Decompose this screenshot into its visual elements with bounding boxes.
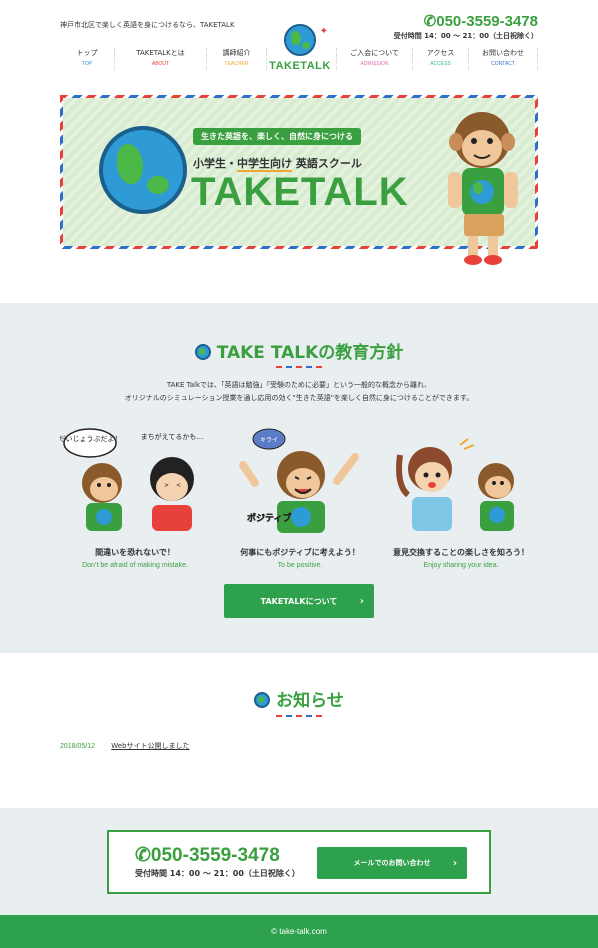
nav-sub-label: TEACHER bbox=[224, 61, 249, 67]
hero-sub-pre: 小学生・ bbox=[193, 157, 237, 170]
nav-label: お問い合わせ bbox=[482, 49, 524, 57]
news-title: お知らせ bbox=[0, 686, 598, 711]
mail-inquiry-button[interactable]: メールでのお問い合わせ › bbox=[317, 847, 467, 879]
nav-label: TAKETALKとは bbox=[136, 49, 185, 57]
phone-icon: ✆ bbox=[423, 13, 437, 30]
about-taketalk-button[interactable]: TAKETALKについて › bbox=[224, 584, 374, 618]
hero-title: TAKETALK bbox=[191, 170, 409, 214]
header-phone[interactable]: ✆050-3559-3478 受付時間 14：00 〜 21：00（土日祝除く） bbox=[394, 12, 538, 41]
nav-sub-label: ABOUT bbox=[151, 61, 170, 67]
positive-illustration: キライ ポジティブ bbox=[239, 428, 359, 533]
about-button-label: TAKETALKについて bbox=[260, 596, 338, 606]
nav-sub-label: TOP bbox=[81, 61, 93, 67]
svg-text:<: < bbox=[176, 482, 181, 489]
feature-card: 意見交換することの楽しさを知ろう！ Enjoy sharing your ide… bbox=[381, 425, 541, 569]
feature-title: 間違いを恐れないで！ bbox=[95, 548, 175, 557]
contact-hours: 受付時間 14：00 〜 21：00（土日祝除く） bbox=[135, 869, 300, 878]
mistake-illustration: だいじょうぶだよ！ まちがえてるかも… > < bbox=[59, 428, 204, 531]
nav-sub-label: ADMISSION bbox=[360, 61, 389, 67]
feature-title: 何事にもポジティブに考えよう！ bbox=[240, 548, 360, 557]
dash-divider bbox=[0, 715, 598, 717]
chevron-right-icon: › bbox=[452, 857, 457, 869]
sparkle-icon: ✦ bbox=[319, 26, 328, 37]
copyright-text: © take-talk.com bbox=[271, 927, 327, 936]
bubble-text: キライ bbox=[260, 437, 278, 444]
contact-phone-number[interactable]: ✆050-3559-3478 bbox=[135, 844, 280, 867]
nav-label: トップ bbox=[76, 49, 98, 57]
nav-item-top[interactable]: トップ TOP bbox=[60, 48, 115, 70]
feature-subtitle: Don’t be afraid of making mistake. bbox=[82, 562, 188, 569]
nav-item-admission[interactable]: ご入会について ADMISSION bbox=[336, 48, 413, 70]
monkey-mascot-illustration bbox=[448, 112, 518, 265]
nav-item-access[interactable]: アクセス ACCESS bbox=[413, 48, 469, 70]
contact-box: ✆050-3559-3478 受付時間 14：00 〜 21：00（土日祝除く）… bbox=[107, 830, 491, 894]
global-nav: トップ TOP TAKETALKとは ABOUT 講師紹介 TEACHER ご入… bbox=[60, 48, 538, 72]
bubble-text: だいじょうぶだよ！ bbox=[60, 435, 122, 443]
news-section: お知らせ 2018/05/12 Webサイト公開しました bbox=[0, 653, 598, 808]
feature-card: キライ ポジティブ 何事にもポジティブに考えよう！ To be positive… bbox=[220, 425, 380, 569]
chevron-right-icon: › bbox=[359, 595, 364, 607]
policy-title-text: TAKE TALKの教育方針 bbox=[216, 343, 404, 363]
hero-subtitle: 小学生・中学生向け 英語スクール bbox=[193, 155, 362, 172]
education-policy-section: TAKE TALKの教育方針 TAKE Talkでは、「英語は勉強」「受験のため… bbox=[0, 303, 598, 653]
svg-text:>: > bbox=[164, 482, 169, 489]
nav-item-teacher[interactable]: 講師紹介 TEACHER bbox=[207, 48, 267, 70]
contact-section: ✆050-3559-3478 受付時間 14：00 〜 21：00（土日祝除く）… bbox=[0, 808, 598, 915]
header-hours: 受付時間 14：00 〜 21：00（土日祝除く） bbox=[393, 32, 538, 40]
nav-sub-label: CONTACT bbox=[491, 61, 515, 67]
news-item: 2018/05/12 Webサイト公開しました bbox=[60, 741, 190, 751]
header-phone-number[interactable]: ✆050-3559-3478 bbox=[394, 12, 538, 30]
nav-label: ご入会について bbox=[350, 49, 399, 57]
news-link[interactable]: Webサイト公開しました bbox=[111, 742, 189, 750]
bubble-text: まちがえてるかも… bbox=[141, 432, 204, 441]
policy-intro-line-2: オリジナルのシミュレーション授業を通し応用の効く"生きた英語"を楽しく自然に身に… bbox=[124, 394, 474, 402]
feature-card: だいじょうぶだよ！ まちがえてるかも… > < 間違いを恐れないで！ Don’t … bbox=[55, 425, 215, 569]
header-tagline: 神戸市北区で楽しく英語を身につけるなら、TAKETALK bbox=[60, 21, 235, 29]
feature-title: 意見交換することの楽しさを知ろう！ bbox=[393, 548, 529, 557]
sharing-illustration bbox=[396, 438, 514, 531]
news-title-text: お知らせ bbox=[276, 691, 344, 711]
policy-intro: TAKE Talkでは、「英語は勉強」「受験のために必要」という一般的な概念から… bbox=[0, 379, 598, 405]
dash-divider bbox=[0, 366, 598, 368]
feature-subtitle: Enjoy sharing your idea. bbox=[423, 562, 499, 569]
phone-number-text: 050-3559-3478 bbox=[436, 13, 538, 30]
policy-title: TAKE TALKの教育方針 bbox=[0, 338, 598, 363]
contact-phone-text: 050-3559-3478 bbox=[150, 845, 280, 866]
phone-icon: ✆ bbox=[135, 845, 151, 866]
globe-icon bbox=[254, 692, 271, 708]
mail-button-label: メールでのお問い合わせ bbox=[353, 859, 431, 867]
site-footer: © take-talk.com bbox=[0, 915, 598, 948]
site-header: 神戸市北区で楽しく英語を身につけるなら、TAKETALK ✦ TAKETALK … bbox=[0, 0, 598, 80]
bubble-text: ポジティブ bbox=[247, 512, 291, 524]
hero-sub-post: 英語スクール bbox=[292, 157, 362, 170]
feature-subtitle: To be positive. bbox=[277, 562, 323, 569]
globe-icon bbox=[99, 126, 187, 214]
nav-item-about[interactable]: TAKETALKとは ABOUT bbox=[115, 48, 207, 70]
globe-icon bbox=[194, 344, 211, 360]
hero-catchphrase: 生きた英語を、楽しく、自然に身につける bbox=[193, 128, 361, 145]
nav-label: 講師紹介 bbox=[222, 49, 251, 57]
nav-label: アクセス bbox=[426, 49, 455, 57]
news-date: 2018/05/12 bbox=[60, 743, 96, 750]
nav-sub-label: ACCESS bbox=[430, 61, 451, 67]
policy-intro-line-1: TAKE Talkでは、「英語は勉強」「受験のために必要」という一般的な概念から… bbox=[166, 381, 432, 389]
nav-item-contact[interactable]: お問い合わせ CONTACT bbox=[469, 48, 538, 70]
